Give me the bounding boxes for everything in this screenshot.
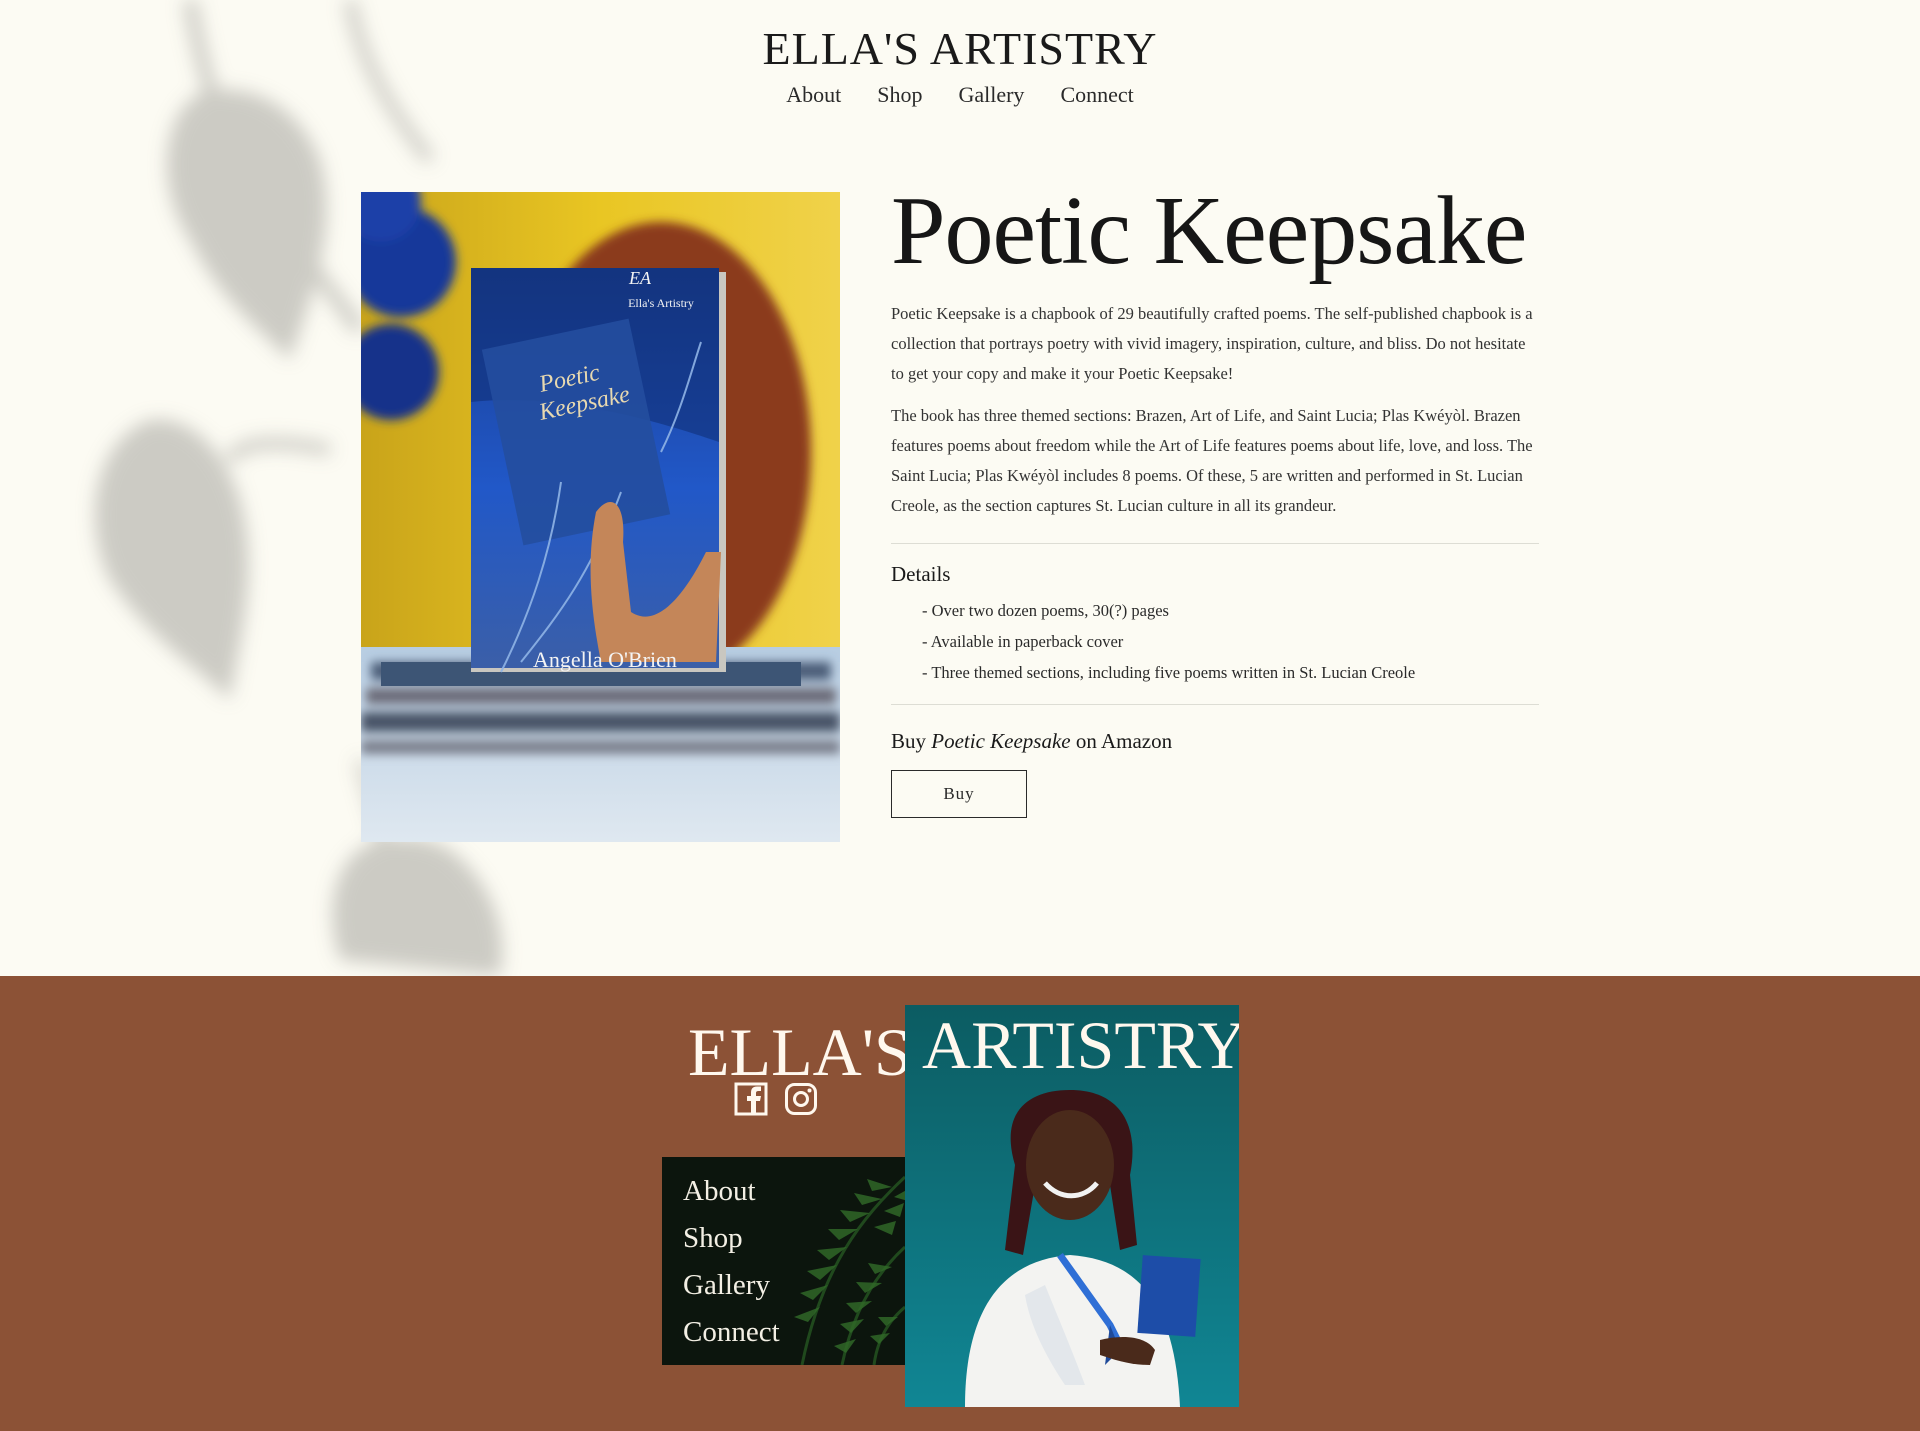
main-nav: About Shop Gallery Connect xyxy=(0,82,1920,108)
buy-button[interactable]: Buy xyxy=(891,769,1027,818)
product-title: Poetic Keepsake xyxy=(891,177,1527,285)
footer: ELLA'S About Shop Gallery Connect ARTIST… xyxy=(0,976,1920,1431)
instagram-icon[interactable] xyxy=(784,1082,818,1116)
cover-author: Angella O'Brien xyxy=(533,647,677,672)
buy-prefix: Buy xyxy=(891,728,932,753)
facebook-icon[interactable] xyxy=(734,1082,768,1116)
social-links xyxy=(734,1082,818,1116)
footer-nav-connect[interactable]: Connect xyxy=(683,1312,780,1352)
nav-gallery[interactable]: Gallery xyxy=(958,82,1024,108)
footer-nav: About Shop Gallery Connect xyxy=(683,1171,780,1352)
buy-suffix: on Amazon xyxy=(1070,728,1173,753)
author-portrait: ARTISTRY xyxy=(905,1005,1239,1407)
details-list: - Over two dozen poems, 30(?) pages - Av… xyxy=(891,595,1541,688)
detail-item: - Available in paperback cover xyxy=(922,631,1124,651)
footer-brand-left[interactable]: ELLA'S xyxy=(688,1013,912,1092)
footer-brand-right[interactable]: ARTISTRY xyxy=(922,1006,1239,1085)
detail-item: - Three themed sections, including five … xyxy=(922,662,1416,682)
footer-nav-shop[interactable]: Shop xyxy=(683,1218,780,1258)
details-heading: Details xyxy=(891,561,951,586)
footer-nav-panel: About Shop Gallery Connect xyxy=(662,1157,905,1365)
buy-book-title: Poetic Keepsake xyxy=(931,728,1071,753)
product-description-sections: The book has three themed sections: Braz… xyxy=(891,405,1533,515)
product-description: Poetic Keepsake is a chapbook of 29 beau… xyxy=(891,303,1533,383)
divider xyxy=(891,703,1539,705)
buy-line: Buy Poetic Keepsake on Amazon xyxy=(891,729,1541,754)
footer-nav-about[interactable]: About xyxy=(683,1171,780,1211)
cover-monogram: EA xyxy=(628,268,652,288)
footer-nav-gallery[interactable]: Gallery xyxy=(683,1265,780,1305)
site-title[interactable]: ELLA'S ARTISTRY xyxy=(0,22,1920,75)
product-photo: EA Ella's Artistry Poetic Keepsake Angel… xyxy=(361,192,840,842)
nav-about[interactable]: About xyxy=(786,82,841,108)
cover-logo-text: Ella's Artistry xyxy=(628,296,694,310)
nav-connect[interactable]: Connect xyxy=(1060,82,1133,108)
book-photo-illustration: EA Ella's Artistry Poetic Keepsake Angel… xyxy=(361,192,840,842)
divider xyxy=(891,542,1539,544)
product-info: Poetic Keepsake Poetic Keepsake is a cha… xyxy=(891,180,1541,818)
detail-item: - Over two dozen poems, 30(?) pages xyxy=(922,600,1169,620)
nav-shop[interactable]: Shop xyxy=(877,82,922,108)
